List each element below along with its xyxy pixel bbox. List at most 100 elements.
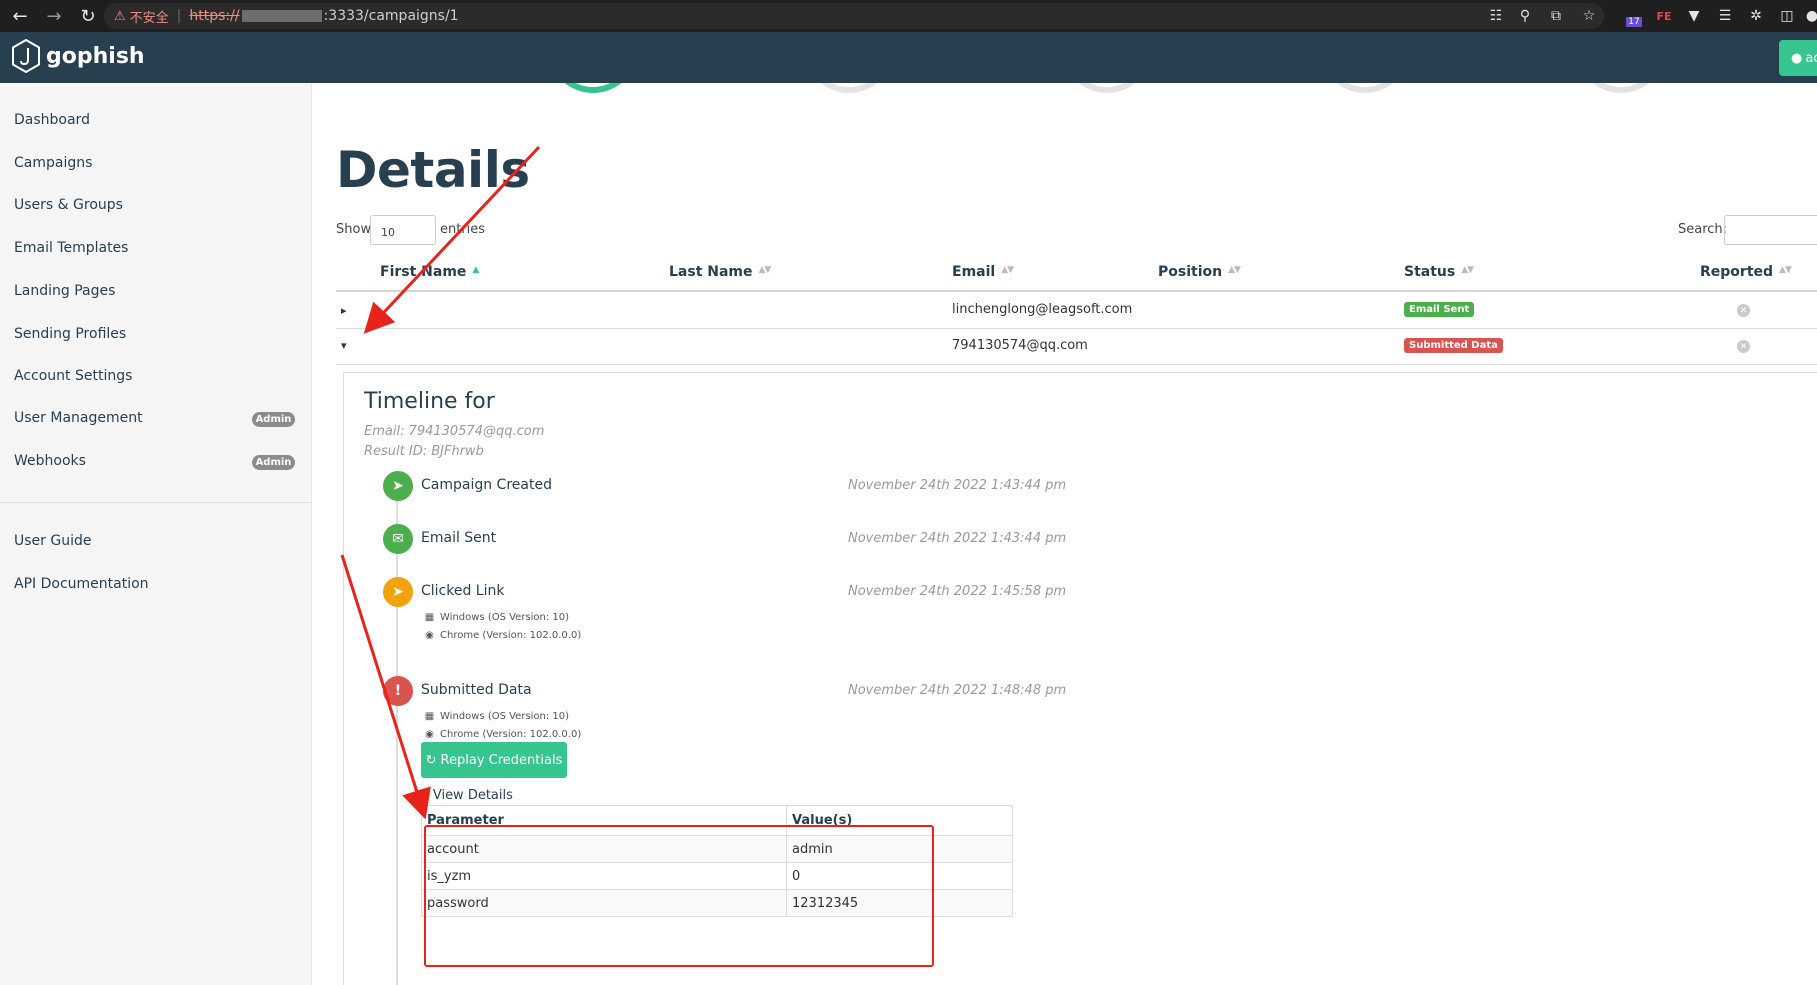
not-reported-icon: ✕ xyxy=(1737,304,1750,317)
stat-circle-submitted xyxy=(1320,83,1410,93)
user-icon: ● xyxy=(1791,50,1803,66)
brand-name: gophish xyxy=(46,43,145,69)
sidebar-item-user-management[interactable]: User Management xyxy=(14,410,143,426)
event-os: ▦ Windows (OS Version: 10) xyxy=(424,711,570,722)
warning-triangle-icon: ⚠ xyxy=(114,8,126,24)
forward-arrow-icon[interactable]: → xyxy=(40,2,68,30)
windows-icon: ▦ xyxy=(424,612,435,623)
redacted-host xyxy=(241,10,322,22)
translate-icon[interactable]: ☷ xyxy=(1484,5,1508,27)
expand-caret-down-icon[interactable]: ▾ xyxy=(341,339,347,352)
view-details-toggle[interactable]: ▼ View Details xyxy=(421,788,513,803)
sort-icon: ▲▼ xyxy=(1779,265,1792,275)
pointer-icon: ➤ xyxy=(383,577,413,607)
row-email: linchenglong@leagsoft.com xyxy=(952,302,1133,317)
windows-icon: ▦ xyxy=(424,711,435,722)
row-divider xyxy=(336,364,1817,365)
stat-circle-opened xyxy=(804,83,894,93)
event-name: Campaign Created xyxy=(421,477,552,493)
caret-down-icon: ▼ xyxy=(421,791,429,802)
bookmark-star-icon[interactable]: ☆ xyxy=(1577,5,1601,27)
chrome-icon: ◉ xyxy=(425,729,434,740)
extension-badge-icon[interactable]: 17 xyxy=(1622,5,1646,27)
event-name: Clicked Link xyxy=(421,583,505,599)
event-time: November 24th 2022 1:43:44 pm xyxy=(848,478,1067,493)
expand-caret-right-icon[interactable]: ▸ xyxy=(341,304,347,317)
col-last-name[interactable]: Last Name ▲▼ xyxy=(669,264,772,280)
sidebar-item-sending-profiles[interactable]: Sending Profiles xyxy=(14,326,126,342)
sidebar-item-campaigns[interactable]: Campaigns xyxy=(14,155,92,171)
sort-icon: ▲▼ xyxy=(1461,265,1474,275)
envelope-icon: ✉ xyxy=(383,524,413,554)
sort-icon: ▲▼ xyxy=(1228,265,1241,275)
share-icon[interactable]: ⧉ xyxy=(1544,5,1568,27)
sort-asc-icon: ▲ xyxy=(472,265,479,275)
address-bar[interactable]: ⚠ 不安全 | https:// :3333/campaigns/1 xyxy=(104,3,1604,29)
row-divider xyxy=(336,328,1817,329)
profile-icon[interactable]: ● xyxy=(1800,5,1817,27)
refresh-icon: ↻ xyxy=(425,752,437,768)
chrome-icon: ◉ xyxy=(425,630,434,641)
timeline-result-id: Result ID: BJFhrwb xyxy=(364,444,484,459)
table-header-border xyxy=(336,290,1817,292)
security-warning[interactable]: ⚠ 不安全 xyxy=(114,7,169,26)
brand-link[interactable]: gophish xyxy=(10,38,145,74)
url-scheme: https:// xyxy=(189,8,240,24)
event-time: November 24th 2022 1:43:44 pm xyxy=(848,531,1067,546)
search-label: Search: xyxy=(1678,222,1728,237)
sidebar-item-users-groups[interactable]: Users & Groups xyxy=(14,197,123,213)
sidebar-item-webhooks[interactable]: Webhooks xyxy=(14,453,86,469)
admin-badge: Admin xyxy=(252,455,295,470)
sidebar-divider xyxy=(0,502,312,503)
col-reported[interactable]: Reported ▲▼ xyxy=(1700,264,1792,280)
col-status[interactable]: Status ▲▼ xyxy=(1404,264,1474,280)
page-length-select[interactable]: 10 xyxy=(370,215,436,245)
sidebar-item-landing-pages[interactable]: Landing Pages xyxy=(14,283,115,299)
user-menu-button[interactable]: ● ac xyxy=(1779,40,1817,76)
browser-toolbar: ← → ↻ ⚠ 不安全 | https:// :3333/campaigns/1… xyxy=(0,0,1817,32)
event-name: Email Sent xyxy=(421,530,497,546)
admin-badge: Admin xyxy=(252,412,295,427)
sidebar-item-email-templates[interactable]: Email Templates xyxy=(14,240,128,256)
puzzle-extensions-icon[interactable]: ✲ xyxy=(1744,5,1768,27)
col-position[interactable]: Position ▲▼ xyxy=(1158,264,1241,280)
sidebar-item-user-guide[interactable]: User Guide xyxy=(14,533,91,549)
entries-label: entries xyxy=(440,222,486,237)
event-name: Submitted Data xyxy=(421,682,532,698)
event-os: ▦ Windows (OS Version: 10) xyxy=(424,612,570,623)
status-badge: Email Sent xyxy=(1404,302,1475,317)
extension-list-icon[interactable]: ☰ xyxy=(1713,5,1737,27)
row-email: 794130574@qq.com xyxy=(952,338,1088,353)
event-browser: ◉ Chrome (Version: 102.0.0.0) xyxy=(423,630,581,641)
vue-devtools-icon[interactable]: ▼ xyxy=(1682,5,1706,27)
reload-icon[interactable]: ↻ xyxy=(74,2,102,30)
col-email[interactable]: Email ▲▼ xyxy=(952,264,1014,280)
col-first-name[interactable]: First Name ▲ xyxy=(380,264,479,280)
fe-extension-icon[interactable]: FE xyxy=(1652,5,1676,27)
sidebar-item-account-settings[interactable]: Account Settings xyxy=(14,368,132,384)
side-panel-icon[interactable]: ◫ xyxy=(1775,5,1799,27)
gophish-logo-icon xyxy=(10,38,42,74)
url-path: :3333/campaigns/1 xyxy=(323,8,459,24)
sort-icon: ▲▼ xyxy=(1001,265,1014,275)
not-reported-icon: ✕ xyxy=(1737,340,1750,353)
sidebar-item-dashboard[interactable]: Dashboard xyxy=(14,112,90,128)
rocket-icon: ➤ xyxy=(383,471,413,501)
annotation-highlight-box xyxy=(424,825,934,967)
zoom-icon[interactable]: ⚲ xyxy=(1513,5,1537,27)
exclamation-icon: ! xyxy=(383,676,413,706)
show-label: Show xyxy=(336,222,372,237)
stat-circle-clicked xyxy=(1062,83,1152,93)
sidebar-item-api-documentation[interactable]: API Documentation xyxy=(14,576,149,592)
stat-circle-reported xyxy=(1576,83,1666,93)
event-time: November 24th 2022 1:45:58 pm xyxy=(848,584,1067,599)
back-arrow-icon[interactable]: ← xyxy=(6,2,34,30)
replay-credentials-button[interactable]: ↻ Replay Credentials xyxy=(421,742,567,778)
timeline-title: Timeline for xyxy=(364,389,495,414)
sort-icon: ▲▼ xyxy=(758,265,772,275)
event-browser: ◉ Chrome (Version: 102.0.0.0) xyxy=(423,729,581,740)
event-time: November 24th 2022 1:48:48 pm xyxy=(848,683,1067,698)
search-input[interactable] xyxy=(1724,215,1817,245)
sidebar: Dashboard Campaigns Users & Groups Email… xyxy=(0,83,312,985)
stat-circle-sent xyxy=(548,83,638,93)
